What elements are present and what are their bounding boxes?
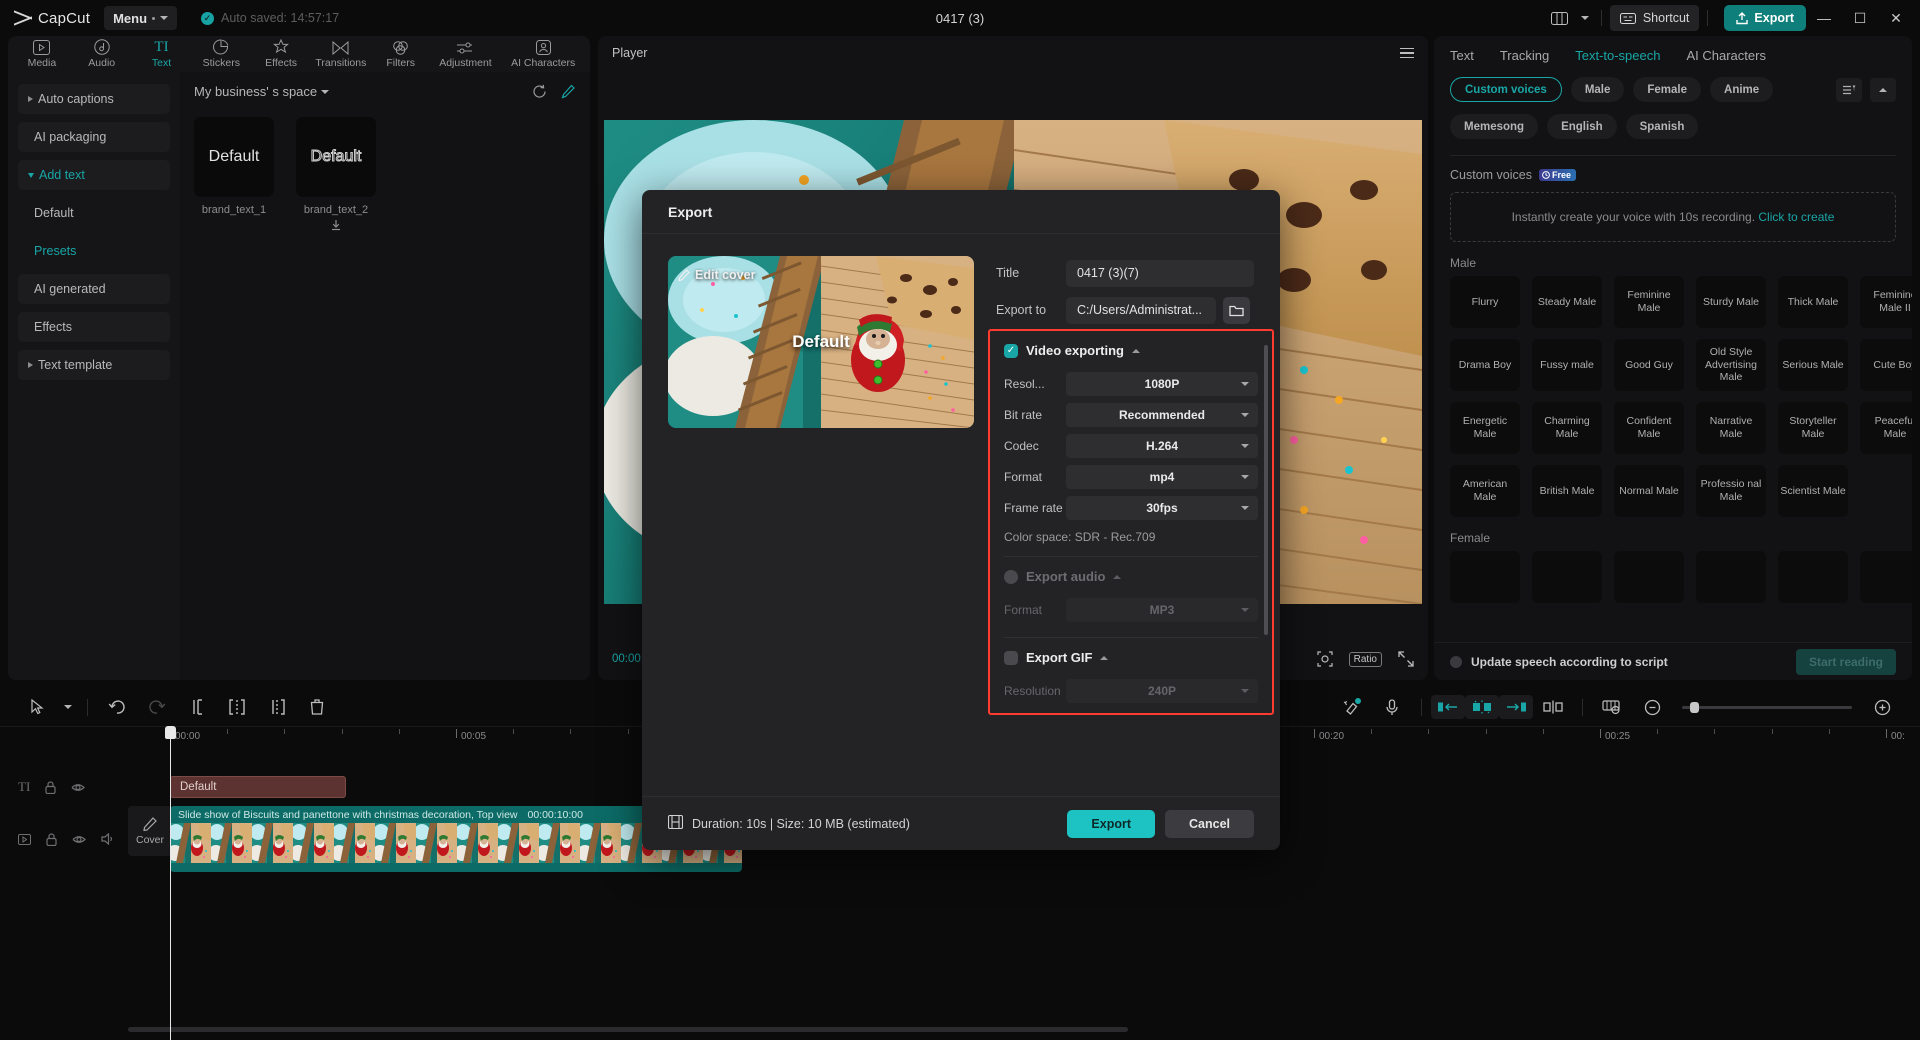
export-settings-scroll: ✓ Video exporting Resol... 1080P — [990, 331, 1272, 713]
playhead[interactable] — [170, 726, 171, 1040]
codec-label: Codec — [1004, 439, 1066, 453]
folder-icon[interactable] — [1223, 297, 1250, 324]
audio-format-select[interactable]: MP3 — [1066, 598, 1258, 622]
export-dialog-body: Edit cover Default Title 0417 (3)(7) Exp… — [642, 234, 1280, 796]
chevron-down-icon — [1241, 608, 1249, 612]
edit-pencil-icon — [678, 269, 690, 281]
video-clip-label-row: Slide show of Biscuits and panettone wit… — [170, 806, 742, 823]
gif-resolution-row: Resolution 240P — [1004, 675, 1258, 706]
capcut-window: CapCut Menu ✓ Auto saved: 14:57:17 0417 … — [0, 0, 1920, 1040]
codec-value: H.264 — [1146, 439, 1178, 453]
bitrate-value: Recommended — [1119, 408, 1205, 422]
resolution-row: Resol... 1080P — [1004, 368, 1258, 399]
video-exporting-header: ✓ Video exporting — [1004, 343, 1258, 358]
framerate-label: Frame rate — [1004, 501, 1066, 515]
video-clip-name: Slide show of Biscuits and panettone wit… — [178, 809, 518, 821]
video-exporting-checkbox[interactable]: ✓ — [1004, 344, 1018, 358]
codec-select[interactable]: H.264 — [1066, 434, 1258, 458]
format-value: mp4 — [1150, 470, 1175, 484]
video-exporting-label: Video exporting — [1026, 343, 1124, 358]
export-form: Title 0417 (3)(7) Export to C:/Users/Adm… — [996, 256, 1254, 796]
export-audio-label: Export audio — [1026, 569, 1105, 584]
export-settings-highlight: ✓ Video exporting Resol... 1080P — [988, 329, 1274, 715]
chevron-down-icon — [1241, 475, 1249, 479]
export-dialog-footer: Duration: 10s | Size: 10 MB (estimated) … — [642, 796, 1280, 850]
export-to-input[interactable]: C:/Users/Administrat... — [1066, 297, 1216, 324]
chevron-up-icon[interactable] — [1100, 656, 1108, 660]
resolution-value: 1080P — [1145, 377, 1180, 391]
chevron-up-icon[interactable] — [1113, 575, 1121, 579]
divider — [1004, 637, 1258, 638]
export-gif-checkbox[interactable] — [1004, 651, 1018, 665]
title-input[interactable]: 0417 (3)(7) — [1066, 260, 1254, 287]
export-to-label: Export to — [996, 303, 1066, 317]
resolution-select[interactable]: 1080P — [1066, 372, 1258, 396]
format-select[interactable]: mp4 — [1066, 465, 1258, 489]
chevron-down-icon — [1241, 413, 1249, 417]
framerate-value: 30fps — [1146, 501, 1177, 515]
audio-format-row: Format MP3 — [1004, 594, 1258, 625]
export-confirm-button[interactable]: Export — [1067, 810, 1155, 838]
framerate-row: Frame rate 30fps — [1004, 492, 1258, 523]
chevron-down-icon — [1241, 506, 1249, 510]
cover-column: Edit cover Default — [668, 256, 974, 796]
export-gif-header: Export GIF — [1004, 650, 1258, 665]
bitrate-select[interactable]: Recommended — [1066, 403, 1258, 427]
gif-resolution-select[interactable]: 240P — [1066, 679, 1258, 703]
export-to-row: Export to C:/Users/Administrat... — [996, 293, 1254, 327]
settings-scrollbar[interactable] — [1264, 345, 1268, 635]
format-label: Format — [1004, 470, 1066, 484]
export-audio-header: Export audio — [1004, 569, 1258, 584]
chevron-down-icon — [1241, 689, 1249, 693]
cover-thumbnail[interactable]: Edit cover Default — [668, 256, 974, 428]
audio-format-value: MP3 — [1150, 603, 1175, 617]
framerate-select[interactable]: 30fps — [1066, 496, 1258, 520]
resolution-label: Resol... — [1004, 377, 1066, 391]
gif-resolution-value: 240P — [1148, 684, 1176, 698]
bitrate-row: Bit rate Recommended — [1004, 399, 1258, 430]
title-label: Title — [996, 266, 1066, 280]
dialog-actions: Export Cancel — [1067, 810, 1254, 838]
audio-format-label: Format — [1004, 603, 1066, 617]
chevron-up-icon[interactable] — [1132, 349, 1140, 353]
edit-cover-label: Edit cover — [695, 268, 755, 282]
cancel-button[interactable]: Cancel — [1165, 810, 1254, 838]
gif-resolution-label: Resolution — [1004, 684, 1066, 698]
format-row: Format mp4 — [1004, 461, 1258, 492]
chevron-down-icon — [1241, 444, 1249, 448]
chevron-down-icon — [1241, 382, 1249, 386]
export-dialog-title: Export — [642, 190, 1280, 234]
cover-overlay-text: Default — [668, 332, 974, 352]
export-audio-checkbox[interactable] — [1004, 570, 1018, 584]
bitrate-label: Bit rate — [1004, 408, 1066, 422]
divider — [1004, 556, 1258, 557]
codec-row: Codec H.264 — [1004, 430, 1258, 461]
title-row: Title 0417 (3)(7) — [996, 256, 1254, 290]
export-gif-label: Export GIF — [1026, 650, 1092, 665]
color-space-text: Color space: SDR - Rec.709 — [1004, 523, 1258, 544]
export-dialog: Export — [642, 190, 1280, 850]
video-clip-duration: 00:00:10:00 — [528, 809, 583, 821]
edit-cover-button[interactable]: Edit cover — [678, 268, 755, 282]
